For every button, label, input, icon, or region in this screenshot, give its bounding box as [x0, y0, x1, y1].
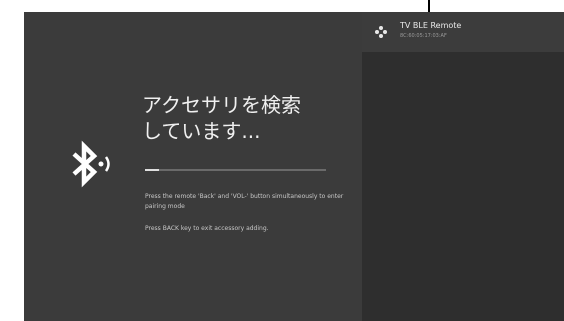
- pairing-instruction: Press the remote 'Back' and 'VOL-' butto…: [145, 193, 344, 210]
- exit-hint: Press BACK key to exit accessory adding.: [145, 225, 269, 232]
- title-line-2: しています...: [142, 119, 261, 143]
- searching-title: アクセサリを検索 しています...: [142, 92, 352, 144]
- device-address: 8C:60:05:17:03:AF: [400, 33, 447, 39]
- device-list-item[interactable]: TV BLE Remote 8C:60:05:17:03:AF: [362, 12, 564, 52]
- device-list: TV BLE Remote 8C:60:05:17:03:AF: [362, 12, 564, 321]
- gamepad-icon: [375, 26, 387, 38]
- bluetooth-icon: [72, 140, 110, 188]
- search-panel: アクセサリを検索 しています... Press the remote 'Back…: [24, 12, 362, 321]
- cursor-indicator: [428, 0, 430, 12]
- title-line-1: アクセサリを検索: [142, 93, 301, 117]
- tv-screen: アクセサリを検索 しています... Press the remote 'Back…: [24, 12, 564, 321]
- search-progress-bar: [145, 169, 326, 171]
- device-name: TV BLE Remote: [400, 21, 462, 30]
- search-progress-fill: [145, 169, 160, 171]
